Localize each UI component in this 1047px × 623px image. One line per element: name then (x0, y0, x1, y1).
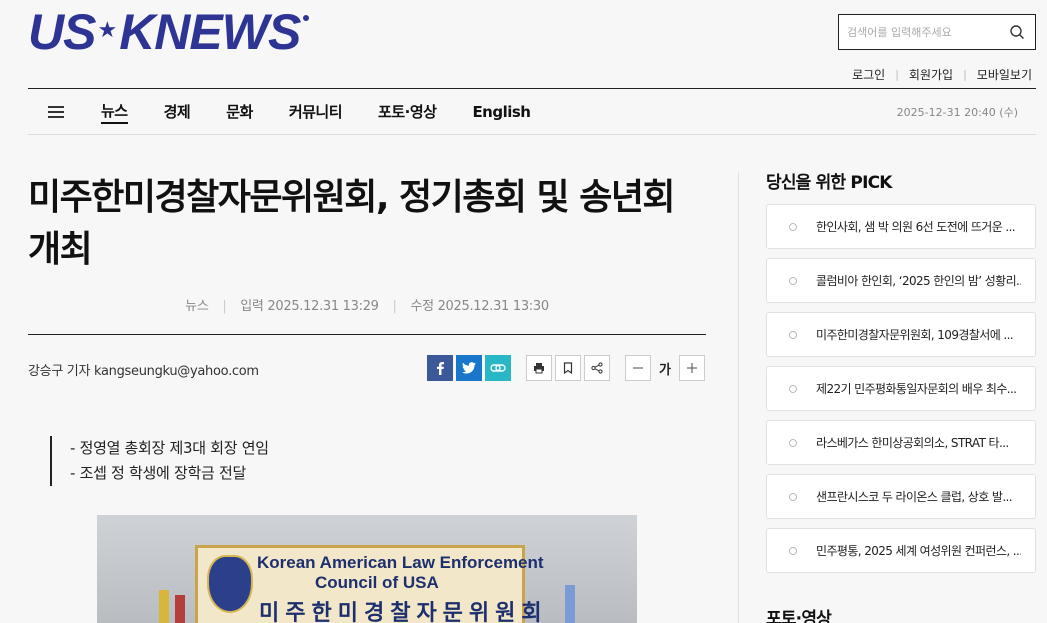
facebook-icon (437, 362, 444, 375)
bookmark-icon (563, 362, 573, 374)
pick-item[interactable]: 콜럼비아 한인회, ‘2025 한인의 밤’ 성황리... (766, 258, 1036, 303)
pick-item-title: 민주평통, 2025 세계 여성위원 컨퍼런스, ... (816, 544, 1021, 558)
article-published: 입력 2025.12.31 13:29 (240, 299, 379, 314)
plus-icon (686, 363, 697, 373)
summary-line: - 조셉 정 학생에 장학금 전달 (70, 464, 246, 482)
pick-item-title: 콜럼비아 한인회, ‘2025 한인의 밤’ 성황리... (816, 274, 1021, 288)
article-section[interactable]: 뉴스 (185, 299, 209, 314)
logo-dot-icon (303, 15, 310, 21)
article-tools (526, 355, 613, 381)
logo-text-us: US (28, 4, 96, 60)
article-title: 미주한미경찰자문위원회, 정기총회 및 송년회 개최 (28, 177, 676, 270)
article-byline[interactable]: 강승구 기자 kangseungku@yahoo.com (28, 360, 259, 379)
font-size-label: 가 (659, 362, 671, 378)
bookmark-button[interactable] (555, 355, 581, 381)
article-meta: 뉴스 | 입력 2025.12.31 13:29 | 수정 2025.12.31… (28, 295, 706, 314)
share-icon (591, 362, 603, 374)
pick-item-title: 샌프란시스코 두 라이온스 클럽, 상호 발... (816, 490, 1013, 504)
nav-item-culture[interactable]: 문화 (226, 101, 253, 122)
share-button[interactable] (584, 355, 610, 381)
bullet-icon (789, 330, 797, 339)
pick-item[interactable]: 샌프란시스코 두 라이온스 클럽, 상호 발... (766, 474, 1036, 519)
minus-icon (633, 367, 643, 369)
search-icon[interactable] (1009, 24, 1025, 40)
nav-item-news[interactable]: 뉴스 (101, 100, 128, 124)
pick-item-title: 제22기 민주평화통일자문회의 배우 최수... (816, 382, 1017, 396)
twitter-share-button[interactable] (456, 355, 482, 381)
search-box (838, 14, 1036, 50)
nav-item-economy[interactable]: 경제 (164, 101, 191, 122)
util-separator: | (895, 68, 899, 81)
pick-item[interactable]: 라스베가스 한미상공회의소, STRAT 타... (766, 420, 1036, 465)
main-nav: 뉴스 경제 문화 커뮤니티 포토·영상 English 2025-12-31 2… (28, 89, 1036, 134)
photo-banner-line3: 미주한미경찰자문위원회 (259, 601, 548, 623)
flag-decor (565, 585, 575, 623)
pick-item[interactable]: 한인사회, 샘 박 의원 6선 도전에 뜨거운 ... (766, 204, 1036, 249)
pick-item-title: 미주한미경찰자문위원회, 109경찰서에 ... (816, 328, 1014, 342)
article-divider (28, 334, 706, 335)
article-summary: - 정영열 총회장 제3대 회장 연임 - 조셉 정 학생에 장학금 전달 (50, 436, 269, 486)
logo-star-icon: ★ (97, 17, 118, 43)
site-logo[interactable]: US ★ KNEWS (28, 4, 310, 60)
link-icon (490, 364, 506, 372)
nav-item-english[interactable]: English (472, 103, 531, 121)
logo-text-knews: KNEWS (119, 4, 301, 60)
print-icon (534, 363, 544, 374)
pick-item[interactable]: 제22기 민주평화통일자문회의 배우 최수... (766, 366, 1036, 411)
pick-item-title: 한인사회, 샘 박 의원 6선 도전에 뜨거운 ... (816, 220, 1016, 234)
article-photo[interactable]: Korean American Law Enforcement Council … (97, 515, 637, 623)
nav-item-community[interactable]: 커뮤니티 (289, 101, 343, 122)
flag-decor (175, 595, 185, 623)
print-button[interactable] (526, 355, 552, 381)
nav-bottom-divider (28, 134, 1036, 135)
article-modified: 수정 2025.12.31 13:30 (410, 299, 549, 314)
current-datetime: 2025-12-31 20:40 (수) (896, 106, 1018, 119)
pick-item-title: 라스베가스 한미상공회의소, STRAT 타... (816, 436, 1009, 450)
font-decrease-button[interactable] (625, 355, 651, 381)
pick-section-title: 당신을 위한 PICK (766, 173, 892, 193)
hamburger-menu-icon[interactable] (48, 105, 64, 118)
util-separator: | (963, 68, 967, 81)
bullet-icon (789, 546, 797, 555)
nav-item-photo-video[interactable]: 포토·영상 (378, 101, 437, 122)
photo-banner-line1: Korean American Law Enforcement (257, 553, 544, 572)
login-link[interactable]: 로그인 (852, 66, 885, 83)
util-links: 로그인 | 회원가입 | 모바일보기 (852, 66, 1032, 83)
sidebar-divider (738, 172, 739, 623)
twitter-icon (462, 362, 476, 374)
signup-link[interactable]: 회원가입 (909, 66, 953, 83)
pick-list: 한인사회, 샘 박 의원 6선 도전에 뜨거운 ... 콜럼비아 한인회, ‘2… (766, 204, 1036, 582)
kalec-badge-icon (207, 555, 253, 613)
font-increase-button[interactable] (678, 355, 705, 381)
bullet-icon (789, 222, 797, 231)
facebook-share-button[interactable] (427, 355, 453, 381)
bullet-icon (789, 492, 797, 501)
bullet-icon (789, 384, 797, 393)
share-buttons (427, 355, 514, 381)
photo-banner-line2: Council of USA (315, 573, 439, 592)
mobile-view-link[interactable]: 모바일보기 (977, 66, 1032, 83)
photo-video-section-title: 포토·영상 (766, 609, 832, 623)
meta-separator: | (222, 299, 227, 314)
copy-link-button[interactable] (485, 355, 511, 381)
summary-line: - 정영열 총회장 제3대 회장 연임 (70, 439, 269, 457)
flag-decor (159, 590, 169, 623)
meta-separator: | (392, 299, 397, 314)
search-input[interactable] (847, 25, 1007, 39)
bullet-icon (789, 276, 797, 285)
bullet-icon (789, 438, 797, 447)
font-size-controls: 가 (625, 355, 705, 381)
pick-item[interactable]: 민주평통, 2025 세계 여성위원 컨퍼런스, ... (766, 528, 1036, 573)
pick-item[interactable]: 미주한미경찰자문위원회, 109경찰서에 ... (766, 312, 1036, 357)
